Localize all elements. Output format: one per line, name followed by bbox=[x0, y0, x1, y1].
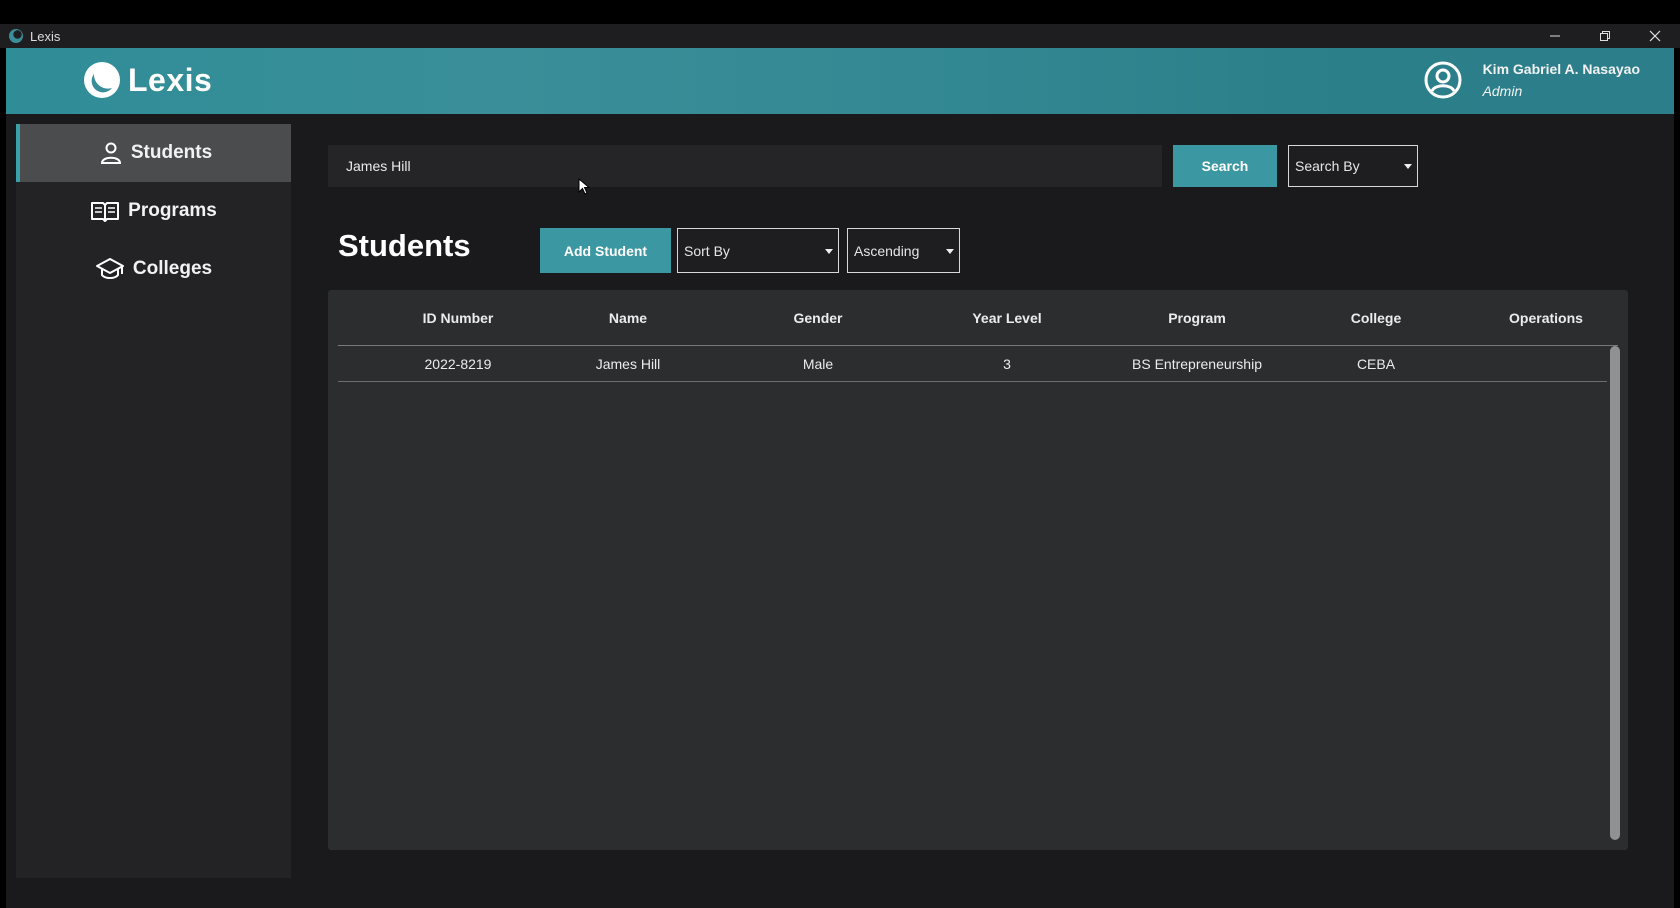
column-header[interactable]: Gender bbox=[746, 290, 890, 346]
table-scrollbar[interactable] bbox=[1610, 346, 1620, 840]
restore-button[interactable] bbox=[1580, 24, 1630, 48]
user-role: Admin bbox=[1482, 83, 1523, 99]
sidebar-item-label: Colleges bbox=[132, 258, 213, 279]
column-header[interactable]: ID Number bbox=[386, 290, 530, 346]
cell-year-level: 3 bbox=[1003, 355, 1011, 372]
search-button[interactable]: Search bbox=[1173, 145, 1277, 187]
search-by-value: Search By bbox=[1295, 158, 1360, 174]
logo: Lexis bbox=[82, 60, 212, 100]
cell-name: James Hill bbox=[595, 355, 661, 372]
sidebar-item-students[interactable]: Students bbox=[16, 124, 291, 182]
page-title: Students bbox=[338, 228, 471, 263]
title-bar: Lexis bbox=[0, 24, 1680, 48]
graduation-cap-icon bbox=[95, 258, 124, 279]
app-logo-icon bbox=[9, 29, 23, 43]
restore-icon bbox=[1600, 31, 1610, 41]
sort-by-value: Sort By bbox=[684, 242, 730, 259]
sidebar: Students Programs Colleges bbox=[16, 124, 291, 878]
chevron-down-icon bbox=[1404, 164, 1412, 169]
user-name: Kim Gabriel A. Nasayao bbox=[1482, 61, 1640, 77]
person-icon bbox=[100, 142, 121, 164]
open-book-icon bbox=[91, 202, 120, 222]
add-student-button[interactable]: Add Student bbox=[540, 228, 671, 273]
students-table: ID Number Name Gender Year Level Program… bbox=[328, 290, 1628, 850]
search-by-select[interactable]: Search By bbox=[1288, 145, 1418, 187]
cell-id-number: 2022-8219 bbox=[424, 355, 492, 372]
column-header[interactable]: Name bbox=[556, 290, 700, 346]
sidebar-item-programs[interactable]: Programs bbox=[16, 182, 291, 240]
window-controls bbox=[1530, 24, 1680, 48]
table-row[interactable]: 2022-8219 James Hill Male 3 BS Entrepren… bbox=[338, 346, 1607, 382]
sidebar-item-label: Students bbox=[130, 142, 213, 163]
mouse-cursor-icon bbox=[578, 178, 590, 195]
cell-gender: Male bbox=[802, 355, 834, 372]
column-header[interactable]: Operations bbox=[1464, 290, 1628, 346]
close-icon bbox=[1649, 30, 1661, 42]
minimize-icon bbox=[1550, 35, 1560, 37]
lexis-logo-icon bbox=[84, 62, 120, 98]
user-info: Kim Gabriel A. Nasayao Admin bbox=[1483, 61, 1640, 99]
sort-by-select[interactable]: Sort By bbox=[677, 228, 839, 273]
sidebar-item-label: Programs bbox=[128, 200, 217, 221]
search-input[interactable] bbox=[328, 145, 1162, 187]
user-avatar-icon bbox=[1424, 61, 1462, 99]
app-header: Lexis Kim Gabriel A. Nasayao Admin bbox=[6, 48, 1674, 114]
app-window: Lexis Kim Gabriel A. Nasayao Admin Stude… bbox=[6, 48, 1674, 908]
column-header[interactable]: College bbox=[1304, 290, 1448, 346]
minimize-button[interactable] bbox=[1530, 24, 1580, 48]
sidebar-item-colleges[interactable]: Colleges bbox=[16, 240, 291, 298]
close-button[interactable] bbox=[1630, 24, 1680, 48]
column-header[interactable]: Program bbox=[1105, 290, 1289, 346]
cell-program: BS Entrepreneurship bbox=[1132, 355, 1262, 372]
chevron-down-icon bbox=[946, 248, 954, 254]
cell-college: CEBA bbox=[1356, 355, 1396, 372]
sort-order-value: Ascending bbox=[854, 242, 920, 259]
window-title: Lexis bbox=[30, 28, 61, 44]
sort-order-select[interactable]: Ascending bbox=[847, 228, 960, 273]
logo-text: Lexis bbox=[128, 61, 213, 98]
chevron-down-icon bbox=[825, 248, 833, 254]
table-header: ID Number Name Gender Year Level Program… bbox=[338, 290, 1618, 346]
cell-operations[interactable] bbox=[1464, 346, 1607, 381]
column-header[interactable]: Year Level bbox=[935, 290, 1079, 346]
user-profile[interactable]: Kim Gabriel A. Nasayao Admin bbox=[1423, 60, 1640, 100]
